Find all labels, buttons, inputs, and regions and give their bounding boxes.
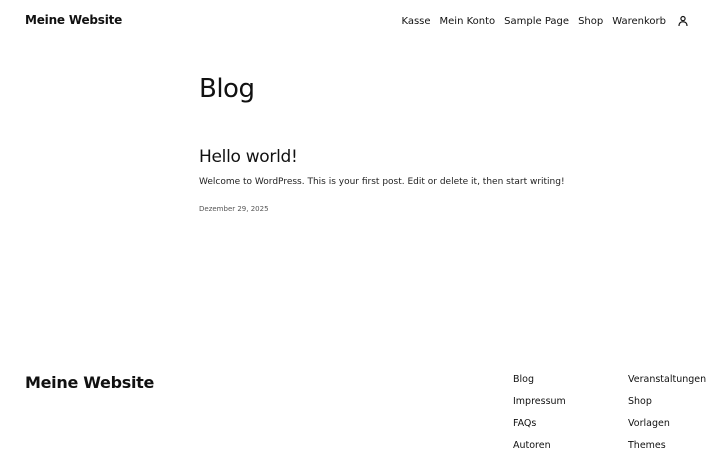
footer-link-veranstaltungen[interactable]: Veranstaltungen bbox=[628, 374, 706, 385]
site-title-link[interactable]: Meine Website bbox=[25, 13, 122, 27]
footer-link-faqs[interactable]: FAQs bbox=[513, 418, 536, 429]
footer-link-themes[interactable]: Themes bbox=[628, 440, 666, 451]
footer-nav-item: FAQs bbox=[513, 417, 566, 439]
footer-nav-column-1: Blog Impressum FAQs Autoren bbox=[513, 373, 566, 461]
footer-nav-item: Themes bbox=[628, 439, 706, 461]
nav-item-mein-konto[interactable]: Mein Konto bbox=[440, 16, 496, 27]
post-title-link[interactable]: Hello world! bbox=[199, 147, 298, 167]
footer-site-title-link[interactable]: Meine Website bbox=[25, 373, 154, 392]
nav-item-shop[interactable]: Shop bbox=[578, 16, 603, 27]
nav-item-kasse[interactable]: Kasse bbox=[401, 16, 430, 27]
user-account-icon-svg bbox=[678, 15, 688, 27]
footer-nav-item: Shop bbox=[628, 395, 706, 417]
nav-item-sample-page[interactable]: Sample Page bbox=[504, 16, 569, 27]
footer-nav-item: Veranstaltungen bbox=[628, 373, 706, 395]
nav-item-warenkorb[interactable]: Warenkorb bbox=[612, 16, 666, 27]
footer-link-blog[interactable]: Blog bbox=[513, 374, 534, 385]
footer-link-impressum[interactable]: Impressum bbox=[513, 396, 566, 407]
footer-link-vorlagen[interactable]: Vorlagen bbox=[628, 418, 670, 429]
post-excerpt: Welcome to WordPress. This is your first… bbox=[199, 177, 565, 187]
site-header: Meine Website Kasse Mein Konto Sample Pa… bbox=[0, 0, 720, 42]
post-date-link[interactable]: Dezember 29, 2025 bbox=[199, 205, 269, 213]
primary-nav: Kasse Mein Konto Sample Page Shop Warenk… bbox=[401, 14, 690, 28]
post-title: Hello world! bbox=[199, 147, 298, 167]
footer-nav-item: Blog bbox=[513, 373, 566, 395]
footer-nav-column-2: Veranstaltungen Shop Vorlagen Themes bbox=[628, 373, 706, 461]
footer-nav-item: Vorlagen bbox=[628, 417, 706, 439]
post-date: Dezember 29, 2025 bbox=[199, 205, 269, 213]
footer-link-shop[interactable]: Shop bbox=[628, 396, 652, 407]
footer-nav-item: Autoren bbox=[513, 439, 566, 461]
user-account-icon[interactable] bbox=[676, 14, 690, 28]
footer-nav-item: Impressum bbox=[513, 395, 566, 417]
footer-link-autoren[interactable]: Autoren bbox=[513, 440, 551, 451]
page-title: Blog bbox=[199, 74, 255, 104]
